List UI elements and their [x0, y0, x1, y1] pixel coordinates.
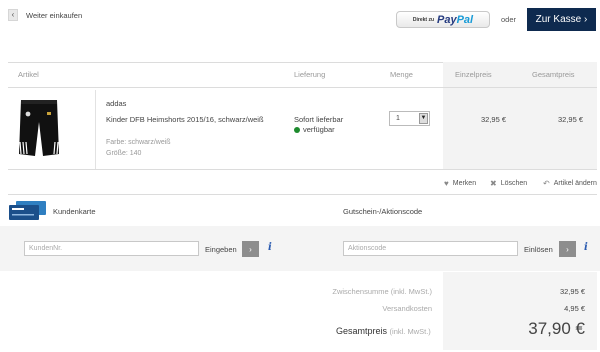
or-label: oder — [501, 15, 517, 24]
chevron-right-icon: › — [584, 14, 588, 25]
customer-card-label: Kundenkarte — [53, 207, 96, 216]
continue-shopping-link[interactable]: Weiter einkaufen — [26, 11, 82, 20]
header-einzelpreis: Einzelpreis — [455, 70, 492, 79]
shipping-value: 4,95 € — [564, 304, 585, 313]
delete-label: Löschen — [500, 180, 528, 187]
quantity-value: 1 — [396, 115, 400, 122]
close-icon: ✖ — [490, 179, 497, 188]
subtotal-label: Zwischensumme (inkl. MwSt.) — [332, 287, 432, 296]
voucher-label: Gutschein-/Aktionscode — [343, 207, 423, 216]
subtotal-value: 32,95 € — [559, 287, 585, 296]
heart-icon: ♥ — [444, 179, 449, 188]
product-image[interactable] — [18, 98, 60, 158]
product-size: Größe: 140 — [106, 150, 142, 157]
product-brand: addas — [106, 99, 127, 108]
header-artikel: Artikel — [18, 70, 39, 79]
chevron-right-icon: › — [566, 244, 569, 254]
redeem-button[interactable]: › — [559, 241, 576, 257]
checkout-label: Zur Kasse — [535, 14, 582, 25]
paypal-prefix: Direkt zu — [412, 16, 435, 23]
enter-customer-number-button[interactable]: › — [242, 241, 259, 257]
customer-number-input[interactable]: KundenNr. — [24, 241, 199, 256]
product-color: Farbe: schwarz/weiß — [106, 139, 171, 146]
header-gesamtpreis: Gesamtpreis — [532, 70, 575, 79]
availability-label: verfügbar — [303, 125, 335, 134]
chevron-right-icon: › — [249, 244, 252, 254]
edit-item-action[interactable]: ↶ Artikel ändern — [543, 179, 597, 188]
voucher-info-icon[interactable]: i — [584, 242, 588, 253]
product-name-link[interactable]: Kinder DFB Heimshorts 2015/16, schwarz/w… — [106, 115, 264, 124]
shipping-label: Versandkosten — [382, 304, 432, 313]
divider — [8, 194, 597, 195]
divider — [8, 87, 597, 88]
undo-icon: ↶ — [543, 179, 550, 188]
total-price: 32,95 € — [558, 115, 584, 124]
paypal-button[interactable]: Direkt zu PayPal — [396, 11, 490, 28]
delete-action[interactable]: ✖ Löschen — [490, 179, 527, 188]
enter-customer-number-label[interactable]: Eingeben — [205, 245, 237, 254]
back-button[interactable]: ‹ — [8, 9, 18, 21]
delivery-status: Sofort lieferbar — [294, 115, 344, 124]
header-menge: Menge — [390, 70, 413, 79]
promo-code-input[interactable]: Aktionscode — [343, 241, 518, 256]
merken-label: Merken — [452, 180, 477, 187]
divider — [95, 90, 96, 170]
chevron-left-icon: ‹ — [11, 10, 15, 19]
availability: verfügbar — [294, 125, 335, 134]
paypal-logo: PayPal — [437, 13, 474, 26]
divider — [8, 169, 597, 170]
total-label: Gesamtpreis (inkl. MwSt.) — [336, 326, 431, 336]
dropdown-arrow-icon[interactable]: ▼ — [419, 113, 428, 124]
availability-dot-icon — [294, 126, 300, 133]
merken-action[interactable]: ♥ Merken — [444, 179, 476, 188]
checkout-button[interactable]: Zur Kasse › — [527, 8, 596, 31]
total-value: 37,90 € — [528, 319, 585, 338]
edit-item-label: Artikel ändern — [553, 180, 597, 187]
redeem-label[interactable]: Einlösen — [524, 245, 553, 254]
header-lieferung: Lieferung — [294, 70, 326, 79]
customer-card-icon — [9, 201, 46, 220]
quantity-select[interactable]: 1 ▼ — [389, 111, 430, 126]
customer-card-info-icon[interactable]: i — [268, 242, 272, 253]
unit-price: 32,95 € — [481, 115, 507, 124]
